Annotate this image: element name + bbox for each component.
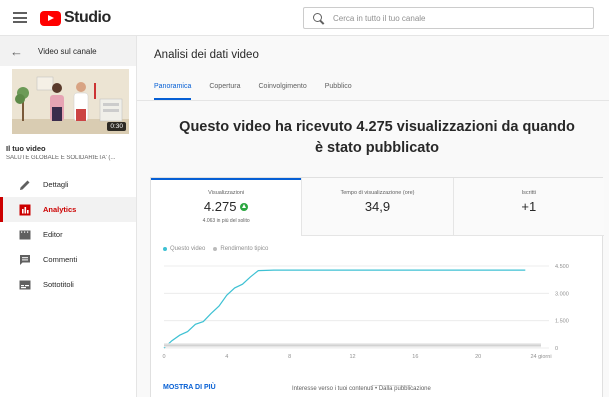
search-icon[interactable] (313, 12, 324, 24)
legend-label: Questo video (170, 246, 206, 252)
sidebar-item-label: Commenti (43, 255, 78, 264)
page-title: Analisi dei dati video (154, 49, 259, 61)
y-tick-label: 4.500 (555, 264, 569, 270)
menu-icon[interactable] (13, 12, 27, 23)
video-thumbnail[interactable]: 0:30 (12, 69, 129, 134)
back-to-videos[interactable]: ← Video sul canale (0, 36, 136, 66)
subtitles-icon (19, 280, 31, 289)
tab-pubblico[interactable]: Pubblico (325, 83, 352, 100)
views-headline: Questo video ha ricevuto 4.275 visualizz… (179, 119, 575, 156)
top-bar: Studio (0, 0, 609, 36)
metric-watch-time[interactable]: Tempo di visualizzazione (ore) 34,9 (301, 178, 453, 236)
sidebar-item-sottotitoli[interactable]: Sottotitoli (0, 272, 136, 297)
views-line-chart: 0 1.500 3.000 4.500 0 4 8 12 16 20 24 giorni (162, 264, 569, 360)
metric-value: 34,9 (364, 199, 391, 214)
tab-panoramica[interactable]: Panoramica (154, 83, 192, 100)
channel-name: SALUTE GLOBALE E SOLIDARIETA' (... (6, 155, 116, 161)
legend-typical: Rendimento tipico (213, 246, 268, 252)
x-tick-label: 16 (412, 354, 418, 360)
your-video-label: Il tuo video (6, 144, 46, 153)
metric-value: 4.275 (151, 199, 301, 214)
legend-label: Rendimento tipico (220, 246, 269, 252)
sidebar-item-label: Analytics (43, 205, 77, 214)
show-more-link[interactable]: MOSTRA DI PIÙ (163, 384, 216, 391)
series-line-this-video (163, 269, 526, 349)
sidebar-item-dettagli[interactable]: Dettagli (0, 172, 136, 197)
y-tick-label: 0 (555, 346, 558, 352)
metric-tabs: Visualizzazioni 4.275 4.063 in più del s… (151, 178, 604, 236)
search-box[interactable] (303, 7, 594, 29)
tab-copertura[interactable]: Copertura (209, 83, 240, 100)
tab-coinvolgimento[interactable]: Coinvolgimento (259, 83, 307, 100)
sidebar-item-analytics[interactable]: Analytics (0, 197, 136, 222)
views-value: 4.275 (203, 199, 237, 214)
sidebar-nav: Dettagli Analytics Editor Commenti Sotto… (0, 172, 136, 297)
comment-icon (20, 254, 30, 265)
search-input[interactable] (333, 13, 583, 23)
back-label: Video sul canale (38, 46, 97, 56)
main-content: Analisi dei dati video Panoramica Copert… (137, 36, 609, 397)
chart-legend: Questo video Rendimento tipico (163, 246, 276, 252)
studio-logo[interactable]: Studio (40, 9, 111, 27)
x-tick-label: 8 (288, 354, 291, 360)
x-tick-label: 24 giorni (530, 354, 551, 360)
x-tick-label: 12 (349, 354, 355, 360)
tabs-divider (137, 100, 609, 101)
metric-value: +1 (521, 199, 537, 214)
metric-views[interactable]: Visualizzazioni 4.275 4.063 in più del s… (151, 178, 302, 236)
x-tick-label: 0 (162, 354, 165, 360)
sidebar-item-label: Editor (43, 230, 63, 239)
metric-sub: 4.063 in più del solito (202, 218, 250, 224)
footer-section-title: Interesse verso i tuoi contenuti • Dalla… (292, 386, 431, 392)
y-tick-label: 3.000 (555, 291, 569, 297)
legend-dot-icon (163, 247, 167, 251)
metric-subscribers[interactable]: Iscritti +1 (452, 178, 604, 236)
metric-label: Tempo di visualizzazione (ore) (340, 190, 415, 196)
back-arrow-icon[interactable]: ← (10, 44, 24, 59)
pencil-icon (20, 180, 30, 190)
sidebar: ← Video sul canale 0:30 Il tuo video SAL… (0, 36, 137, 397)
sidebar-item-label: Sottotitoli (43, 280, 74, 289)
analytics-card: Visualizzazioni 4.275 4.063 in più del s… (150, 177, 604, 397)
sidebar-item-editor[interactable]: Editor (0, 222, 136, 247)
legend-this-video: Questo video (163, 246, 205, 252)
sidebar-item-commenti[interactable]: Commenti (0, 247, 136, 272)
youtube-play-icon (40, 10, 61, 26)
y-tick-label: 1.500 (555, 319, 569, 325)
metric-label: Iscritti (521, 190, 536, 196)
trend-up-icon (240, 202, 249, 211)
sidebar-item-label: Dettagli (43, 180, 69, 189)
logo-text: Studio (64, 9, 111, 26)
legend-dot-icon (213, 247, 218, 251)
film-icon (19, 230, 31, 239)
x-tick-label: 20 (475, 354, 481, 360)
metric-label: Visualizzazioni (208, 190, 245, 196)
x-tick-label: 4 (225, 354, 228, 360)
analytics-icon (19, 204, 31, 215)
analytics-tabs: Panoramica Copertura Coinvolgimento Pubb… (154, 83, 370, 100)
video-duration: 0:30 (107, 122, 126, 131)
